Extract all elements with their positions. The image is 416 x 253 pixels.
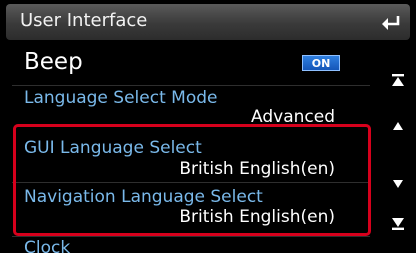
scroll-controls <box>380 58 416 248</box>
highlight-frame <box>13 124 371 236</box>
scroll-bottom-icon <box>392 218 404 230</box>
scroll-down-button[interactable] <box>380 172 416 196</box>
language-select-mode-label: Language Select Mode <box>24 88 218 108</box>
beep-toggle[interactable]: ON <box>302 55 340 71</box>
clock-label: Clock <box>24 238 71 253</box>
scroll-top-icon <box>392 74 404 86</box>
scroll-up-icon <box>393 122 403 130</box>
scroll-top-button[interactable] <box>380 68 416 92</box>
scroll-down-icon <box>393 180 403 188</box>
scroll-bottom-button[interactable] <box>380 212 416 236</box>
back-button[interactable] <box>376 7 406 37</box>
page-title: User Interface <box>20 10 148 31</box>
divider <box>12 85 370 86</box>
back-arrow-icon <box>382 16 400 30</box>
beep-label: Beep <box>24 49 83 75</box>
scroll-up-button[interactable] <box>380 114 416 138</box>
divider <box>12 236 370 237</box>
title-bar: User Interface <box>6 4 410 40</box>
